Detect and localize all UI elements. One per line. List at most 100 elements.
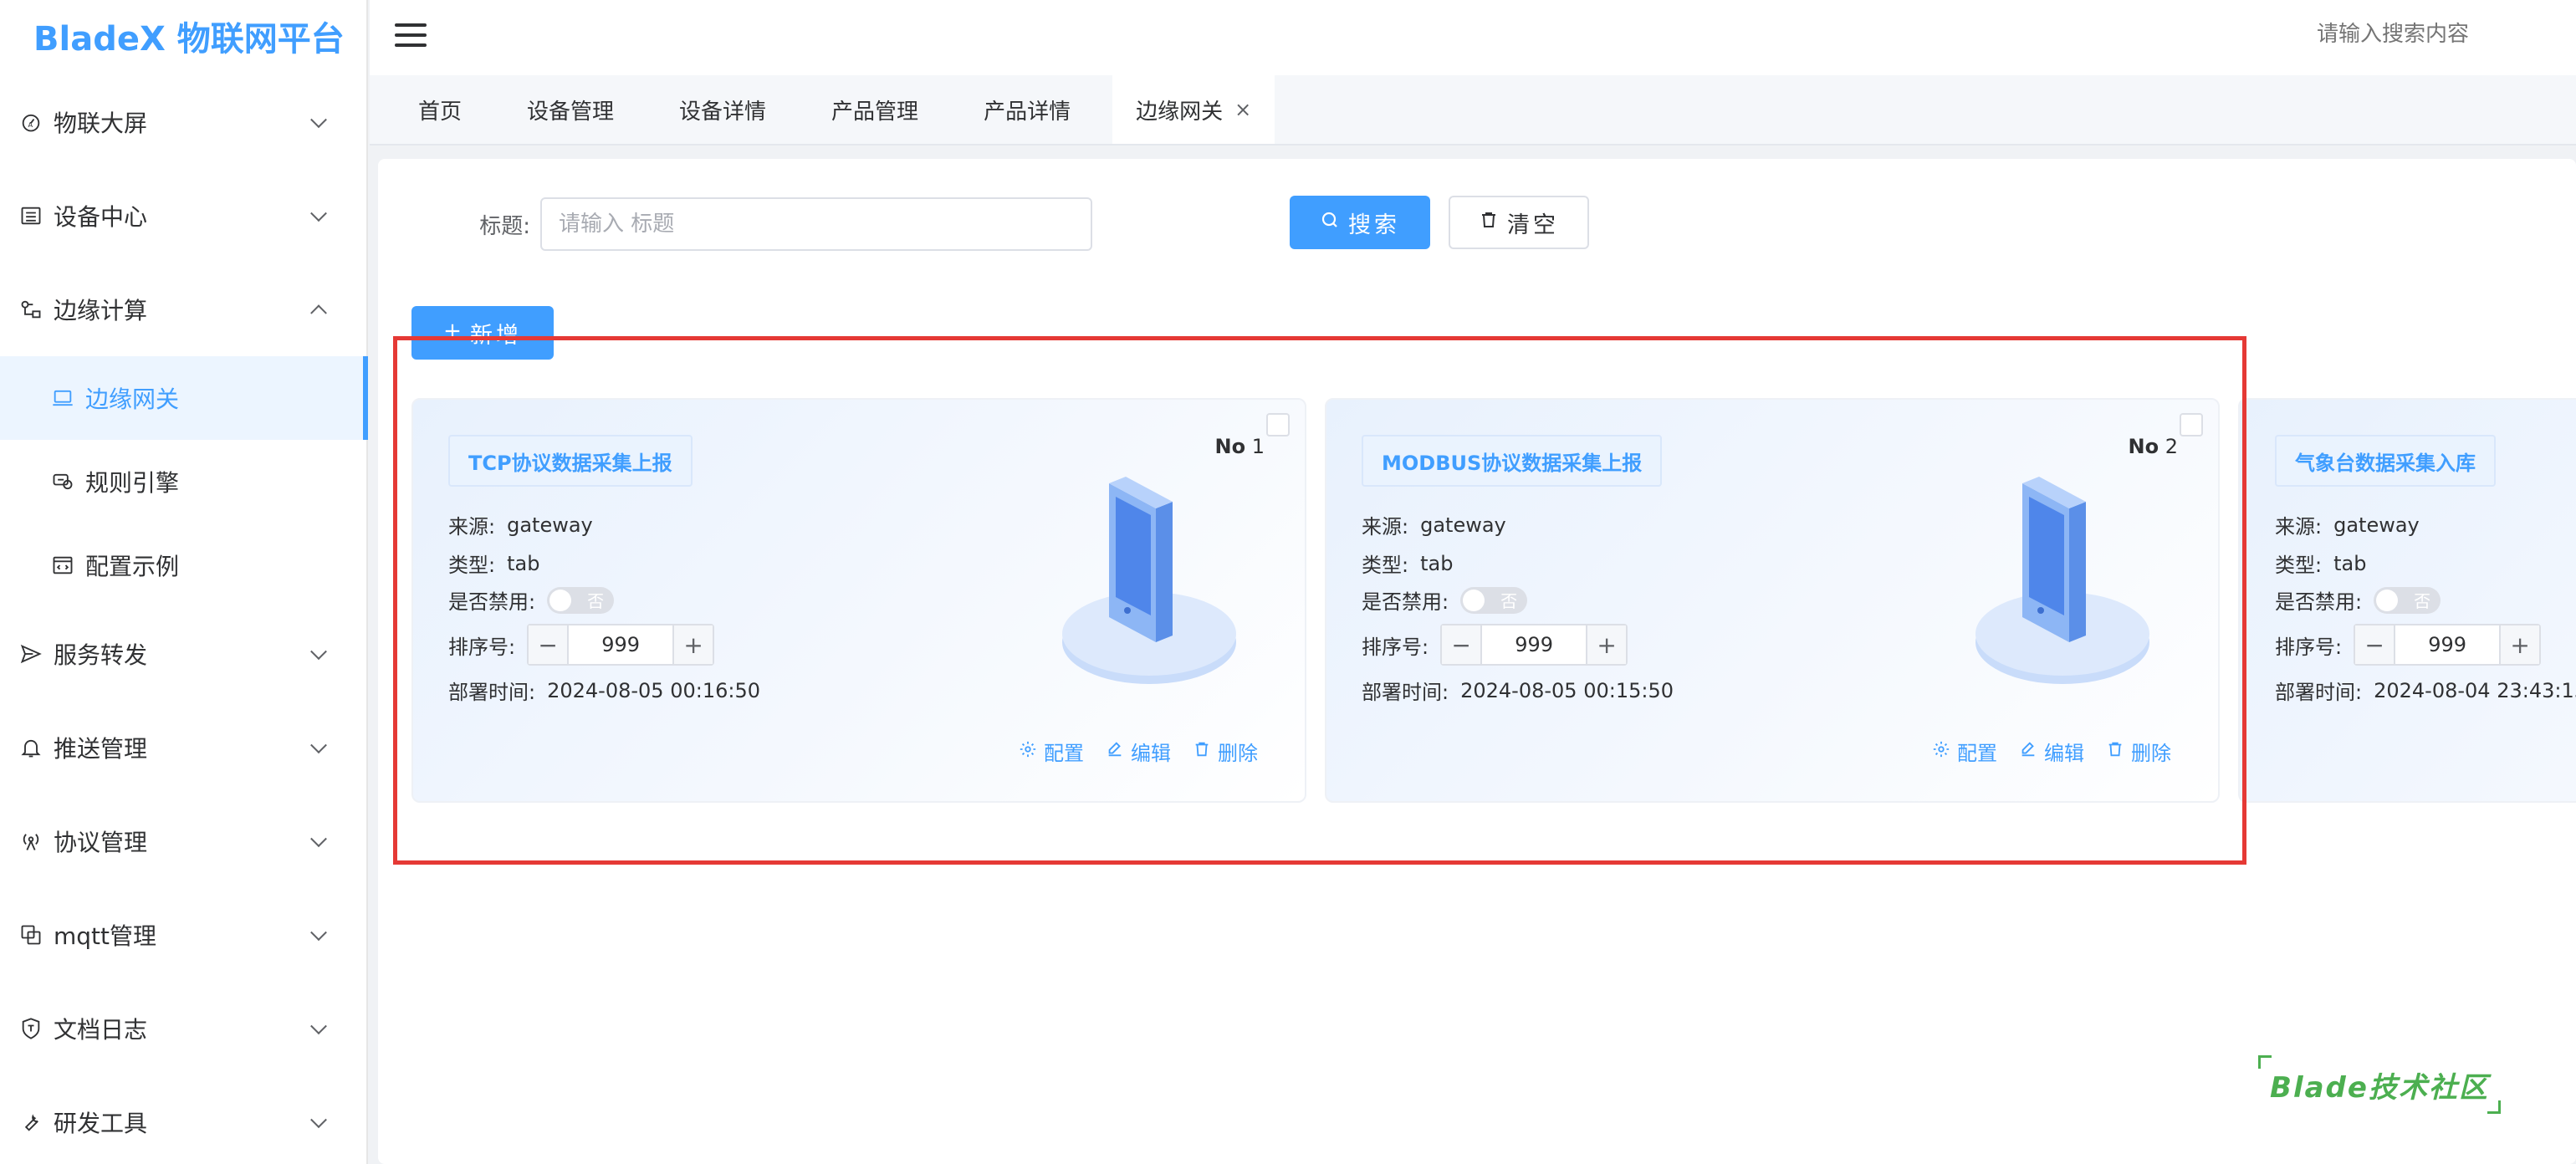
sidebar-item-protocol-management[interactable]: 协议管理 — [0, 794, 368, 888]
decrement-button[interactable]: − — [529, 625, 570, 664]
card-field-sort: 排序号: − + — [1362, 624, 1628, 666]
increment-button[interactable]: + — [2499, 625, 2540, 664]
gateway-card: TCP协议数据采集上报 No 1 来源: gateway 类型: tab 是否禁用:… — [411, 398, 1306, 803]
tab-edge-gateway[interactable]: 边缘网关 × — [1112, 75, 1275, 144]
sidebar-item-edge-gateway[interactable]: 边缘网关 — [0, 356, 368, 440]
sort-label: 排序号: — [1362, 635, 1429, 659]
card-actions: 配置 编辑 删除 — [1019, 737, 1258, 766]
edit-button[interactable]: 编辑 — [2019, 737, 2084, 766]
delete-label: 删除 — [2131, 742, 2171, 765]
type-value: tab — [1420, 551, 1454, 575]
watermark-corner — [2487, 1100, 2501, 1114]
type-value: tab — [507, 551, 540, 575]
edit-button[interactable]: 编辑 — [1106, 737, 1171, 766]
menu-toggle-icon[interactable] — [395, 23, 427, 48]
sidebar-item-label: 边缘网关 — [85, 385, 180, 413]
card-title[interactable]: 气象台数据采集入库 — [2275, 435, 2496, 487]
tab-product-management[interactable]: 产品管理 — [808, 75, 942, 144]
sort-input[interactable] — [569, 633, 673, 656]
disabled-label: 是否禁用: — [448, 590, 536, 614]
sidebar-item-device-center[interactable]: 设备中心 — [0, 169, 368, 263]
sidebar-item-config-example[interactable]: 配置示例 — [0, 523, 368, 607]
edit-label: 编辑 — [2044, 742, 2084, 765]
source-value: gateway — [1420, 513, 1506, 537]
deploy-time-label: 部署时间: — [448, 681, 536, 704]
sidebar-item-push-management[interactable]: 推送管理 — [0, 701, 368, 794]
sidebar-item-label: 配置示例 — [85, 553, 180, 580]
deploy-time-label: 部署时间: — [2275, 681, 2363, 704]
trash-icon — [1479, 210, 1499, 236]
mqtt-icon — [18, 922, 43, 947]
type-label: 类型: — [448, 554, 496, 577]
close-icon[interactable]: × — [1234, 98, 1251, 121]
card-field-type: 类型: tab — [448, 549, 539, 578]
config-button[interactable]: 配置 — [1932, 737, 1997, 766]
switch-off-text: 否 — [2414, 591, 2431, 611]
tab-product-detail[interactable]: 产品详情 — [960, 75, 1094, 144]
top-bar — [370, 0, 2576, 75]
sidebar-menu: A 物联大屏 设备中心 边缘计算 边缘网关 规则引擎 配置示例 服务转发 推送管… — [0, 75, 368, 1164]
card-title[interactable]: MODBUS协议数据采集上报 — [1362, 435, 1663, 487]
config-button[interactable]: 配置 — [1019, 737, 1084, 766]
app-root: BladeX 物联网平台 A 物联大屏 设备中心 边缘计算 边缘网关 规则引擎 … — [0, 0, 2576, 1164]
card-field-disabled: 是否禁用: 否 — [448, 585, 615, 615]
disabled-toggle[interactable]: 否 — [2374, 586, 2441, 614]
app-logo[interactable]: BladeX 物联网平台 — [33, 12, 345, 60]
sidebar-item-dev-tools[interactable]: 研发工具 — [0, 1075, 368, 1164]
card-select-checkbox[interactable] — [1266, 413, 1290, 436]
sort-input[interactable] — [1482, 633, 1587, 656]
sidebar-item-label: 研发工具 — [54, 1110, 148, 1137]
edge-compute-icon — [18, 297, 43, 322]
clear-button[interactable]: 清空 — [1449, 196, 1589, 249]
sort-input[interactable] — [2395, 633, 2500, 656]
sidebar-item-mqtt-management[interactable]: mqtt管理 — [0, 888, 368, 982]
tab-bar: 首页 设备管理 设备详情 产品管理 产品详情 边缘网关 × — [370, 75, 2576, 146]
title-search-input[interactable] — [540, 197, 1092, 251]
delete-button[interactable]: 删除 — [2106, 737, 2171, 766]
card-field-type: 类型: tab — [2275, 549, 2366, 578]
card-field-deploy-time: 部署时间: 2024-08-04 23:43:13 — [2275, 676, 2576, 705]
watermark-text: Blade技术社区 — [2270, 1070, 2489, 1105]
sidebar-item-edge-compute[interactable]: 边缘计算 — [0, 263, 368, 356]
increment-button[interactable]: + — [1586, 625, 1627, 664]
delete-button[interactable]: 删除 — [1193, 737, 1258, 766]
global-search-input[interactable] — [2317, 22, 2517, 47]
source-value: gateway — [507, 513, 593, 537]
card-number: No 1 — [1215, 435, 1265, 458]
gateway-illustration — [1062, 477, 1236, 684]
search-button[interactable]: 搜索 — [1290, 196, 1430, 249]
tab-home[interactable]: 首页 — [395, 75, 485, 144]
card-title[interactable]: TCP协议数据采集上报 — [448, 435, 693, 487]
type-value: tab — [2333, 551, 2367, 575]
sidebar-item-label: 推送管理 — [54, 735, 148, 763]
disabled-toggle[interactable]: 否 — [547, 586, 615, 614]
sidebar-item-rule-engine[interactable]: 规则引擎 — [0, 440, 368, 523]
gateway-card-list: TCP协议数据采集上报 No 1 来源: gateway 类型: tab 是否禁用:… — [411, 398, 2576, 803]
sidebar-item-label: 协议管理 — [54, 829, 148, 856]
chevron-down-icon — [310, 643, 327, 661]
decrement-button[interactable]: − — [2355, 625, 2396, 664]
tab-label: 产品详情 — [984, 99, 1071, 125]
gateway-card: 气象台数据采集入库 No 3 来源:gateway 类型:tab 是否禁用:否 … — [2238, 398, 2576, 803]
chevron-down-icon — [310, 737, 327, 754]
sidebar-item-dashboard[interactable]: A 物联大屏 — [0, 75, 368, 169]
community-watermark: Blade技术社区 — [2258, 1055, 2501, 1114]
sidebar-item-service-forward[interactable]: 服务转发 — [0, 607, 368, 701]
gateway-illustration — [1975, 477, 2149, 684]
increment-button[interactable]: + — [672, 625, 713, 664]
card-field-source: 来源: gateway — [1362, 510, 1506, 539]
add-button[interactable]: 新增 — [411, 306, 554, 360]
tab-device-detail[interactable]: 设备详情 — [656, 75, 790, 144]
config-label: 配置 — [1044, 742, 1084, 765]
sidebar-item-label: 设备中心 — [54, 203, 148, 231]
tab-device-management[interactable]: 设备管理 — [503, 75, 637, 144]
gear-icon — [1932, 740, 1950, 763]
card-field-disabled: 是否禁用: 否 — [1362, 585, 1528, 615]
decrement-button[interactable]: − — [1442, 625, 1483, 664]
switch-off-text: 否 — [587, 591, 605, 611]
card-select-checkbox[interactable] — [2180, 413, 2203, 436]
disabled-toggle[interactable]: 否 — [1460, 586, 1528, 614]
search-button-label: 搜索 — [1348, 212, 1400, 238]
deploy-time-value: 2024-08-05 00:16:50 — [547, 678, 760, 702]
sidebar-item-doc-log[interactable]: 文档日志 — [0, 982, 368, 1075]
